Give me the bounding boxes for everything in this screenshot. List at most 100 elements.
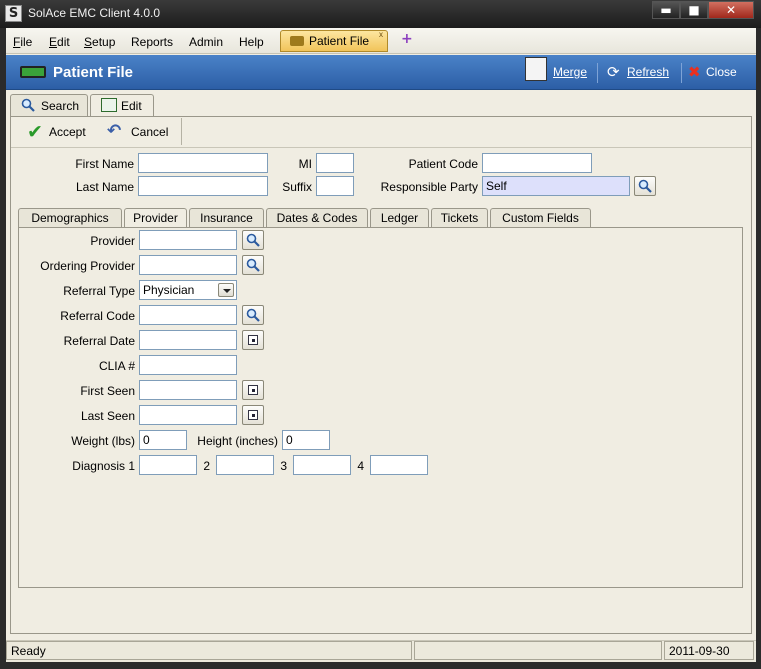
calendar-icon — [248, 385, 258, 395]
diagnosis-1-input[interactable] — [139, 455, 197, 475]
merge-button[interactable]: Merge — [525, 57, 588, 81]
patient-code-input[interactable] — [482, 153, 592, 173]
refresh-button[interactable]: ⟳ Refresh — [607, 64, 669, 81]
subtab-ledger[interactable]: Ledger — [370, 208, 429, 228]
subtab-dates-codes[interactable]: Dates & Codes — [266, 208, 368, 228]
tab-edit-label: Edit — [121, 99, 142, 113]
menu-reports[interactable]: Reports — [131, 35, 173, 49]
referral-date-calendar-button[interactable] — [242, 330, 264, 350]
menu-help[interactable]: Help — [239, 35, 264, 49]
first-seen-input[interactable] — [139, 380, 237, 400]
close-button[interactable]: ✖ Close — [688, 63, 737, 81]
diagnosis-3-input[interactable] — [293, 455, 351, 475]
referral-code-input[interactable] — [139, 305, 237, 325]
calendar-icon — [248, 335, 258, 345]
mi-input[interactable] — [316, 153, 354, 173]
window-close-button[interactable]: ✕ — [708, 1, 754, 19]
subtab-custom-fields[interactable]: Custom Fields — [490, 208, 591, 228]
subtab-insurance[interactable]: Insurance — [189, 208, 264, 228]
responsible-party-lookup-button[interactable] — [634, 176, 656, 196]
menu-edit-key: E — [49, 35, 58, 49]
close-icon: ✖ — [688, 63, 701, 81]
checkmark-icon[interactable]: ✔ — [27, 121, 43, 143]
undo-icon[interactable]: ↶ — [107, 121, 121, 141]
last-name-input[interactable] — [138, 176, 268, 196]
clia-label: CLIA # — [98, 359, 135, 373]
maximize-button[interactable]: ■ — [680, 1, 708, 19]
search-icon — [246, 258, 260, 272]
responsible-party-input[interactable] — [482, 176, 630, 196]
weight-label: Weight (lbs) — [71, 434, 135, 448]
menu-admin[interactable]: Admin — [189, 35, 223, 49]
document-tab-label: Patient File — [309, 34, 370, 48]
responsible-party-label: Responsible Party — [380, 180, 478, 194]
refresh-icon: ⟳ — [607, 64, 620, 81]
referral-type-select[interactable]: Physician — [139, 280, 237, 300]
weight-input[interactable] — [139, 430, 187, 450]
menu-setup-label: etup — [92, 35, 116, 49]
first-name-label: First Name — [75, 157, 134, 171]
patient-file-icon — [20, 66, 46, 78]
provider-lookup-button[interactable] — [242, 230, 264, 250]
first-name-input[interactable] — [138, 153, 268, 173]
first-seen-calendar-button[interactable] — [242, 380, 264, 400]
tab-edit[interactable]: Edit — [90, 94, 154, 117]
tab-search-label: Search — [41, 99, 80, 113]
menu-file-label: ile — [20, 35, 33, 49]
tab-search[interactable]: Search — [10, 94, 88, 116]
ordering-provider-lookup-button[interactable] — [242, 255, 264, 275]
document-tab-patient-file[interactable]: Patient File x — [280, 30, 388, 52]
search-icon — [638, 179, 652, 193]
first-seen-label: First Seen — [80, 384, 135, 398]
header-divider — [597, 63, 598, 83]
diagnosis-label: Diagnosis 1 — [72, 459, 135, 473]
suffix-label: Suffix — [282, 180, 312, 194]
module-header: Patient File Merge ⟳ Refresh ✖ Close — [6, 55, 756, 90]
merge-label: Merge — [553, 65, 588, 79]
referral-date-input[interactable] — [139, 330, 237, 350]
referral-code-lookup-button[interactable] — [242, 305, 264, 325]
last-seen-label: Last Seen — [80, 409, 135, 423]
referral-type-label: Referral Type — [63, 284, 135, 298]
toolbar-divider-line — [11, 147, 751, 148]
new-tab-plus-icon[interactable]: + — [401, 31, 413, 47]
last-seen-input[interactable] — [139, 405, 237, 425]
provider-panel — [18, 227, 743, 588]
cancel-button[interactable]: Cancel — [131, 125, 168, 139]
provider-label: Provider — [90, 234, 135, 248]
diagnosis-4-input[interactable] — [370, 455, 428, 475]
header-divider — [681, 63, 682, 83]
app-logo-icon: S — [5, 5, 22, 22]
document-tab-close-icon[interactable]: x — [379, 30, 383, 39]
accept-button[interactable]: Accept — [49, 125, 86, 139]
provider-input[interactable] — [139, 230, 237, 250]
mi-label: MI — [298, 157, 312, 171]
diagnosis-3-label: 3 — [280, 459, 287, 473]
subtab-tickets[interactable]: Tickets — [431, 208, 488, 228]
menu-setup[interactable]: Setup — [84, 35, 115, 49]
subtab-demographics[interactable]: Demographics — [18, 208, 122, 228]
height-input[interactable] — [282, 430, 330, 450]
merge-icon — [525, 57, 547, 81]
subtab-provider[interactable]: Provider — [124, 208, 187, 229]
minimize-button[interactable]: ▬ — [652, 1, 680, 19]
menu-file[interactable]: File — [13, 35, 32, 49]
height-label: Height (inches) — [197, 434, 278, 448]
search-icon — [246, 308, 260, 322]
referral-code-label: Referral Code — [60, 309, 135, 323]
chevron-down-icon[interactable] — [218, 283, 234, 297]
diagnosis-2-label: 2 — [203, 459, 210, 473]
menu-edit[interactable]: Edit — [49, 35, 70, 49]
menu-setup-key: S — [84, 35, 93, 49]
page-title: Patient File — [53, 64, 134, 81]
ordering-provider-input[interactable] — [139, 255, 237, 275]
suffix-input[interactable] — [316, 176, 354, 196]
last-name-label: Last Name — [75, 180, 134, 194]
last-seen-calendar-button[interactable] — [242, 405, 264, 425]
status-panel-empty — [414, 641, 662, 660]
search-icon — [246, 233, 260, 247]
status-text: Ready — [6, 641, 412, 660]
diagnosis-2-input[interactable] — [216, 455, 274, 475]
status-date: 2011-09-30 — [664, 641, 754, 660]
clia-input[interactable] — [139, 355, 237, 375]
